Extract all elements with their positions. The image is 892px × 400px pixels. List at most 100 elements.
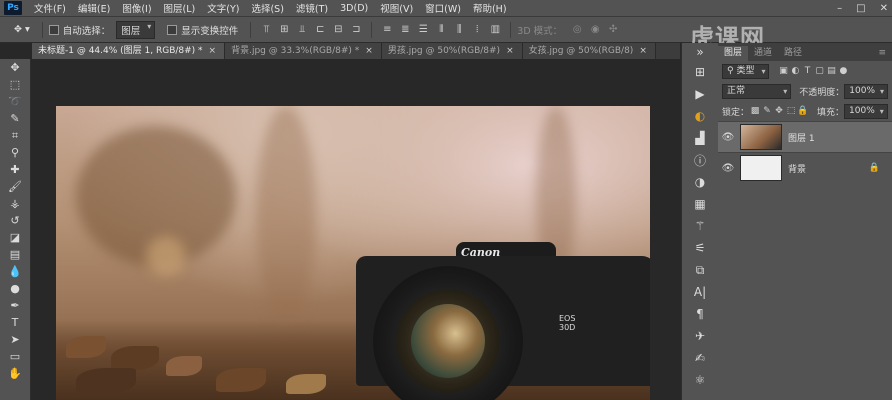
align-right-icon[interactable]: ⊐	[349, 24, 363, 36]
menu-file[interactable]: 文件(F)	[28, 1, 72, 15]
show-transform-checkbox[interactable]	[167, 24, 178, 35]
align-left-icon[interactable]: ⊏	[313, 24, 327, 36]
blur-tool-icon[interactable]: 💧	[0, 263, 30, 280]
move-tool-icon[interactable]: ✥	[0, 59, 30, 76]
eye-icon[interactable]: 👁	[718, 163, 738, 174]
filter-toggle-icon[interactable]: ●	[837, 66, 849, 76]
menu-layer[interactable]: 图层(L)	[158, 1, 202, 15]
tab-background-jpg[interactable]: 背景.jpg @ 33.3%(RGB/8#) * ×	[225, 43, 382, 59]
collapse-panels-icon[interactable]: »	[682, 43, 718, 61]
pen-tool-icon[interactable]: ✒	[0, 297, 30, 314]
panel-menu-icon[interactable]: ≡	[872, 46, 892, 61]
healing-brush-tool-icon[interactable]: ✚	[0, 161, 30, 178]
filter-type-icon[interactable]: T	[801, 66, 813, 76]
filter-adjustment-icon[interactable]: ◐	[789, 66, 801, 76]
notes-panel-icon[interactable]: ✍	[682, 347, 718, 369]
auto-select-value[interactable]: 图层	[116, 20, 156, 39]
auto-select-checkbox[interactable]	[48, 24, 59, 35]
rectangle-tool-icon[interactable]: ▭	[0, 348, 30, 365]
menu-type[interactable]: 文字(Y)	[201, 1, 245, 15]
3d-pan-icon[interactable]: ✣	[606, 24, 620, 36]
filter-smart-object-icon[interactable]: ▤	[825, 66, 837, 76]
3d-rotate-icon[interactable]: ◎	[570, 24, 584, 36]
auto-select-option[interactable]: 自动选择：	[48, 23, 110, 37]
tool-presets-panel-icon[interactable]: ✈	[682, 325, 718, 347]
actions-panel-icon[interactable]: ▶	[682, 83, 718, 105]
marquee-tool-icon[interactable]: ⬚	[0, 76, 30, 93]
gradient-tool-icon[interactable]: ▤	[0, 246, 30, 263]
tab-close-icon[interactable]: ×	[209, 46, 217, 56]
tab-close-icon[interactable]: ×	[365, 46, 373, 56]
layer-row[interactable]: 👁 背景 🔒	[718, 152, 892, 183]
lock-image-icon[interactable]: ✎	[761, 106, 773, 116]
lock-transparent-icon[interactable]: ▩	[749, 106, 761, 116]
quick-select-tool-icon[interactable]: ✎	[0, 110, 30, 127]
info-panel-icon[interactable]: ⓘ	[682, 149, 718, 171]
align-vcenter-icon[interactable]: ⊞	[277, 24, 291, 36]
lock-position-icon[interactable]: ✥	[773, 106, 785, 116]
distribute-vcenter-icon[interactable]: ≣	[398, 24, 412, 36]
menu-filter[interactable]: 滤镜(T)	[290, 1, 334, 15]
eye-icon[interactable]: 👁	[718, 132, 738, 143]
tab-layers[interactable]: 图层	[718, 46, 749, 61]
restore-button[interactable]: □	[856, 3, 865, 14]
tab-paths[interactable]: 路径	[778, 46, 808, 61]
tab-close-icon[interactable]: ×	[639, 46, 647, 56]
lasso-tool-icon[interactable]: ➰	[0, 93, 30, 110]
filter-pixel-icon[interactable]: ▣	[777, 66, 789, 76]
canvas-area[interactable]: Canon EOS 30D	[31, 59, 681, 400]
brush-settings-panel-icon[interactable]: ⚟	[682, 237, 718, 259]
canvas-photo[interactable]: Canon EOS 30D	[56, 106, 650, 400]
3d-panel-icon[interactable]: ⚛	[682, 369, 718, 391]
lock-all-icon[interactable]: 🔒	[797, 106, 809, 116]
tab-untitled-1[interactable]: 未标题-1 @ 44.4% (图层 1, RGB/8#) * ×	[32, 43, 226, 59]
menu-view[interactable]: 视图(V)	[374, 1, 419, 15]
color-panel-icon[interactable]: ◐	[682, 105, 718, 127]
close-button[interactable]: ✕	[880, 3, 888, 14]
menu-edit[interactable]: 编辑(E)	[72, 1, 116, 15]
layer-row[interactable]: 👁 图层 1	[718, 121, 892, 152]
clone-stamp-tool-icon[interactable]: ⚶	[0, 195, 30, 212]
adjustments-panel-icon[interactable]: ◑	[682, 171, 718, 193]
menu-select[interactable]: 选择(S)	[245, 1, 289, 15]
tab-boy-jpg[interactable]: 男孩.jpg @ 50%(RGB/8#) ×	[381, 43, 523, 59]
character-panel-icon[interactable]: A|	[682, 281, 718, 303]
tab-girl-jpg[interactable]: 女孩.jpg @ 50%(RGB/8) ×	[522, 43, 656, 59]
layer-name[interactable]: 图层 1	[788, 131, 815, 144]
distribute-left-icon[interactable]: ⦀	[434, 24, 448, 36]
align-hcenter-icon[interactable]: ⊟	[331, 24, 345, 36]
history-panel-icon[interactable]: ⊞	[682, 61, 718, 83]
brush-tool-icon[interactable]: 🖌	[0, 178, 30, 195]
align-bottom-icon[interactable]: ⫫	[295, 24, 309, 36]
menu-3d[interactable]: 3D(D)	[334, 3, 374, 14]
hand-tool-icon[interactable]: ✋	[0, 365, 30, 382]
filter-shape-icon[interactable]: ▢	[813, 66, 825, 76]
fill-input[interactable]: 100%	[844, 103, 888, 119]
move-tool-preset-icon[interactable]: ✥ ▾	[14, 24, 30, 35]
layer-name[interactable]: 背景	[788, 162, 806, 175]
brush-preset-panel-icon[interactable]: ⚚	[682, 215, 718, 237]
dodge-tool-icon[interactable]: ●	[0, 280, 30, 297]
menu-window[interactable]: 窗口(W)	[419, 1, 467, 15]
3d-roll-icon[interactable]: ◉	[588, 24, 602, 36]
menu-image[interactable]: 图像(I)	[116, 1, 157, 15]
eyedropper-tool-icon[interactable]: ⚲	[0, 144, 30, 161]
distribute-hcenter-icon[interactable]: ⫼	[452, 24, 466, 36]
auto-select-dropdown[interactable]: 图层	[116, 20, 156, 39]
clone-source-panel-icon[interactable]: ⧉	[682, 259, 718, 281]
minimize-button[interactable]: –	[837, 3, 842, 14]
type-tool-icon[interactable]: T	[0, 314, 30, 331]
paragraph-panel-icon[interactable]: ¶	[682, 303, 718, 325]
lock-artboard-icon[interactable]: ⬚	[785, 106, 797, 116]
crop-tool-icon[interactable]: ⌗	[0, 127, 30, 144]
auto-align-icon[interactable]: ▥	[488, 24, 502, 36]
align-top-icon[interactable]: ⫪	[259, 24, 273, 36]
eraser-tool-icon[interactable]: ◪	[0, 229, 30, 246]
layer-filter-dropdown[interactable]: ⚲ 类型	[722, 63, 770, 79]
distribute-bottom-icon[interactable]: ☰	[416, 24, 430, 36]
show-transform-option[interactable]: 显示变换控件	[167, 23, 238, 37]
distribute-top-icon[interactable]: ≡	[380, 24, 394, 36]
blend-mode-dropdown[interactable]: 正常	[722, 83, 792, 99]
distribute-right-icon[interactable]: ⦙	[470, 24, 484, 36]
tab-channels[interactable]: 通道	[748, 46, 778, 61]
